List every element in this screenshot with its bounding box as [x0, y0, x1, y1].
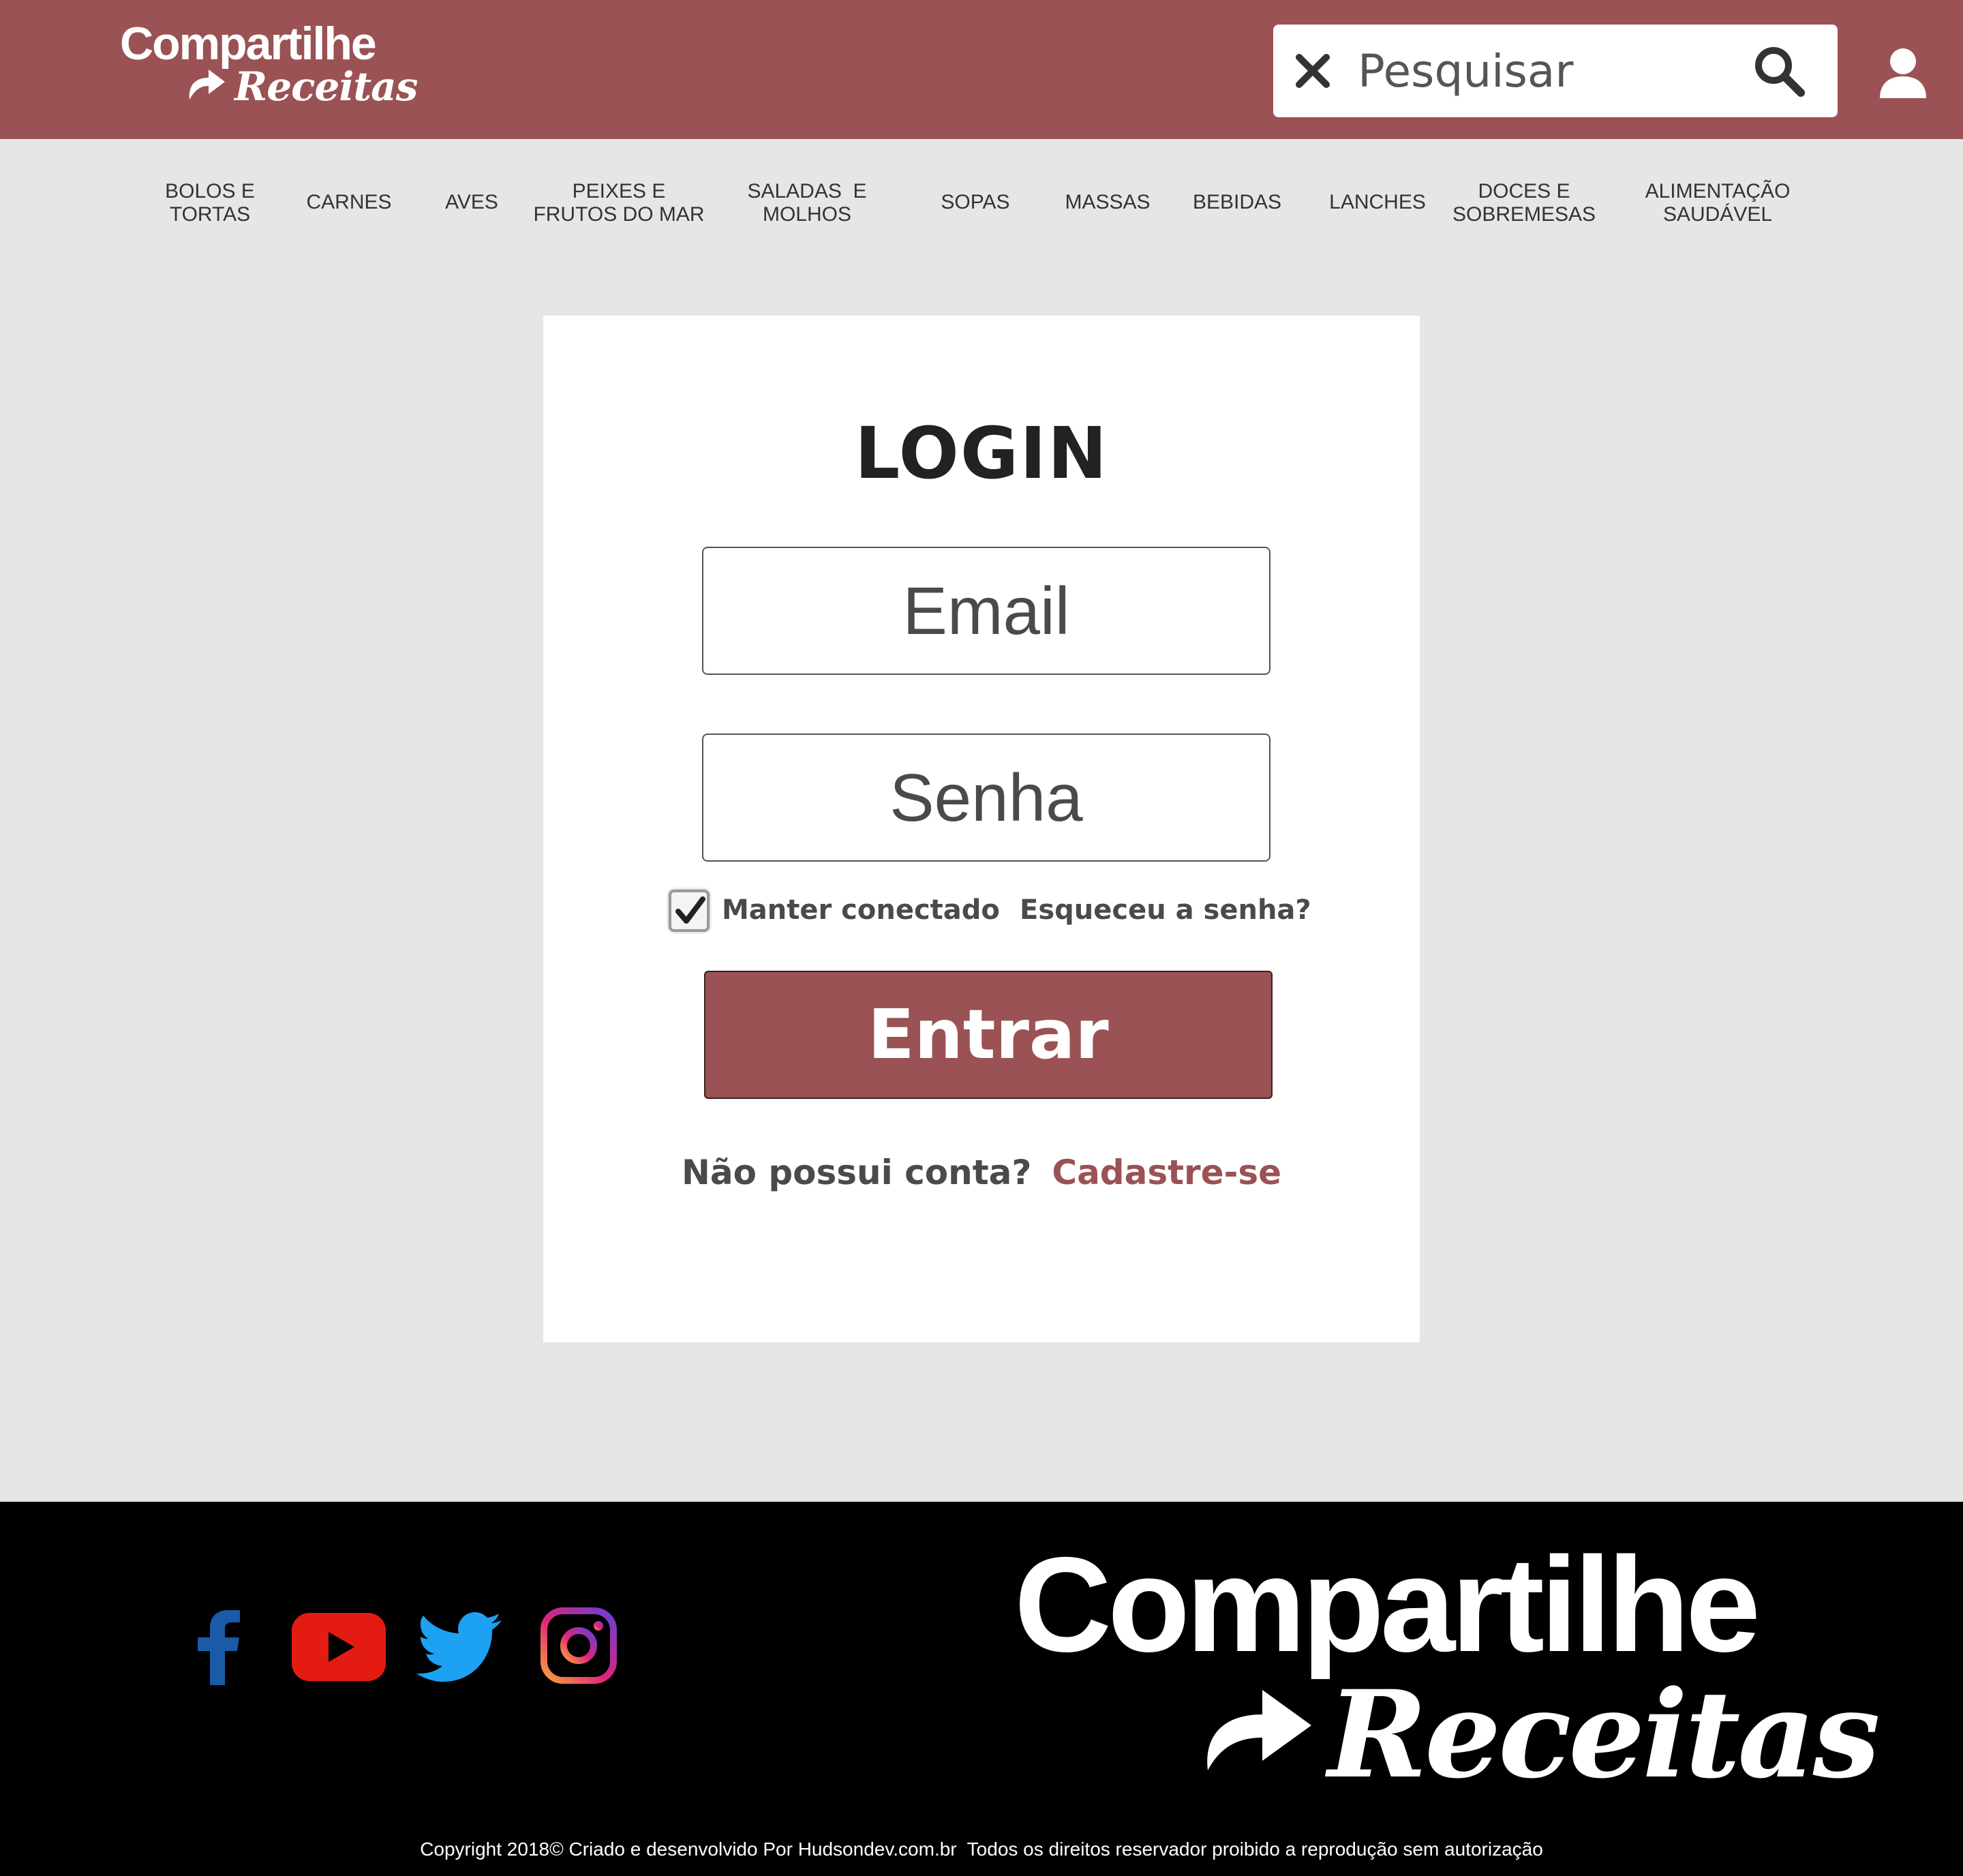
signup-link[interactable]: Cadastre-se	[1052, 1153, 1281, 1192]
copyright-text: Copyright 2018© Criado e desenvolvido Po…	[420, 1839, 1543, 1860]
nav-item-sopas[interactable]: SOPAS	[941, 191, 1009, 214]
close-icon[interactable]	[1294, 52, 1332, 90]
instagram-icon[interactable]	[540, 1607, 618, 1684]
footer-logo-line2: Receitas	[1328, 1664, 1881, 1805]
nav-item-doces-e-sobremesas[interactable]: DOCES E SOBREMESAS	[1452, 180, 1596, 226]
nav-item-massas[interactable]: MASSAS	[1065, 191, 1150, 214]
twitter-icon[interactable]	[414, 1611, 502, 1684]
site-logo[interactable]: Compartilhe Receitas	[120, 18, 418, 113]
email-field[interactable]	[702, 547, 1270, 675]
top-header: Compartilhe Receitas	[0, 0, 1963, 139]
nav-item-saladas-e-molhos[interactable]: SALADAS E MOLHOS	[747, 180, 866, 226]
nav-item-carnes[interactable]: CARNES	[306, 191, 391, 214]
nav-item-alimentacao-saudavel[interactable]: ALIMENTAÇÃO SAUDÁVEL	[1645, 180, 1791, 226]
search-box	[1273, 25, 1838, 117]
search-input[interactable]	[1358, 37, 1739, 105]
facebook-icon[interactable]	[195, 1610, 241, 1685]
enter-button[interactable]: Entrar	[704, 971, 1273, 1099]
remember-label[interactable]: Manter conectado	[722, 896, 1000, 924]
nav-item-bolos-e-tortas[interactable]: BOLOS E TORTAS	[165, 180, 255, 226]
share-arrow-icon	[1207, 1690, 1311, 1770]
nav-item-aves[interactable]: AVES	[445, 191, 498, 214]
logo-line2: Receitas	[234, 63, 418, 110]
nav-item-peixes-e-frutos-do-mar[interactable]: PEIXES E FRUTOS DO MAR	[533, 180, 704, 226]
login-title: LOGIN	[854, 412, 1109, 495]
youtube-icon[interactable]	[292, 1613, 386, 1681]
site-footer: Compartilhe Receitas Copyright 2018© Cri…	[0, 1502, 1963, 1876]
footer-logo-line1: Compartilhe	[1014, 1529, 1761, 1680]
share-arrow-icon	[189, 70, 225, 100]
forgot-password-link[interactable]: Esqueceu a senha?	[1020, 896, 1311, 924]
checkmark-icon	[675, 896, 705, 924]
nav-item-bebidas[interactable]: BEBIDAS	[1193, 191, 1281, 214]
search-icon[interactable]	[1752, 44, 1806, 98]
login-card: LOGIN Manter conectado Esqueceu a senha?…	[543, 316, 1420, 1342]
password-field[interactable]	[702, 733, 1270, 862]
signup-row: Não possui conta? Cadastre-se	[543, 1155, 1420, 1190]
remember-checkbox[interactable]	[669, 890, 710, 932]
logo-line1: Compartilhe	[120, 18, 377, 70]
nav-item-lanches[interactable]: LANCHES	[1329, 191, 1426, 214]
footer-logo[interactable]: Compartilhe Receitas	[1009, 1529, 1881, 1802]
signup-prompt: Não possui conta?	[681, 1153, 1032, 1192]
user-icon[interactable]	[1878, 48, 1928, 100]
